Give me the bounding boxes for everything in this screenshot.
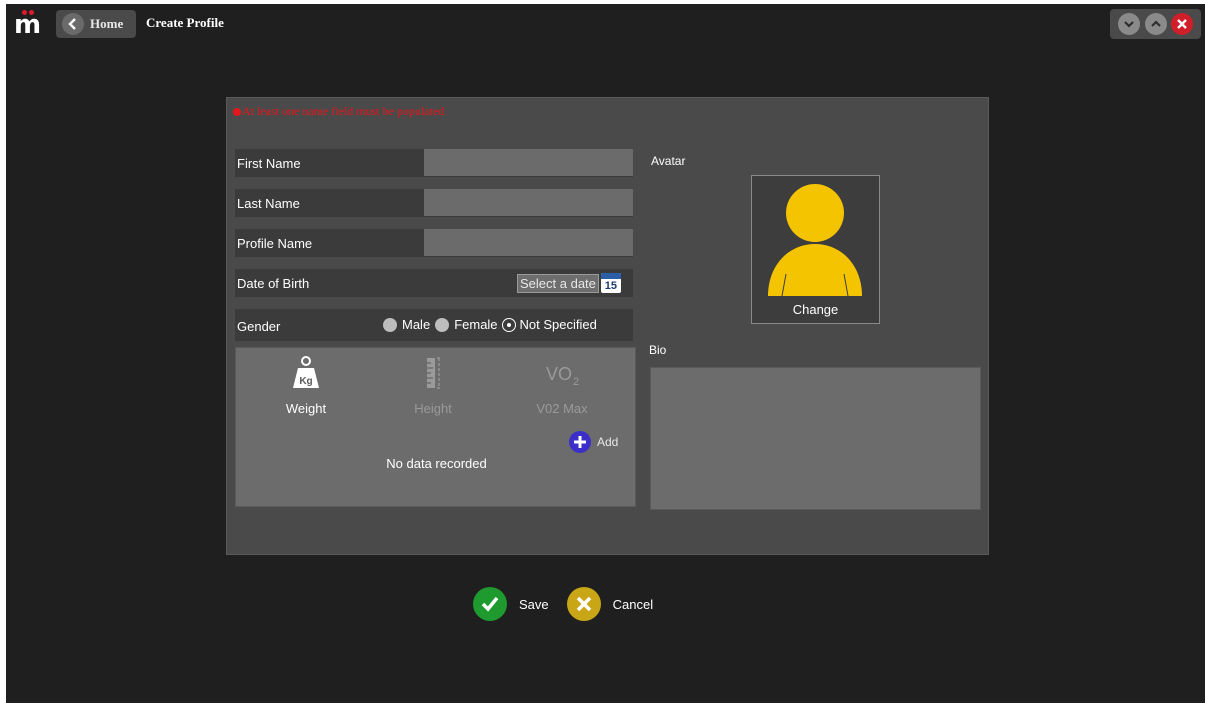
bio-label: Bio (649, 343, 667, 357)
logo-letter: m (14, 10, 42, 40)
error-dot-icon (233, 107, 241, 116)
metric-tab-height[interactable]: Height (393, 356, 473, 416)
date-of-birth-label: Date of Birth (237, 276, 310, 291)
form-actions: Save Cancel (473, 587, 671, 621)
calendar-day: 15 (604, 280, 618, 292)
add-label: Add (597, 435, 619, 449)
page-title: Create Profile (146, 15, 224, 30)
radio-circle[interactable] (435, 317, 450, 332)
metric-tab-label: Height (414, 401, 452, 416)
create-profile-panel: At least one name field must be populate… (226, 97, 989, 555)
validation-warning: At least one name field must be populate… (233, 104, 444, 119)
gender-radio-group: Male Female Not Specified (383, 317, 602, 332)
app-window: m Home Create Profile At least one name … (6, 4, 1205, 703)
profile-name-row: Profile Name (235, 229, 633, 257)
cancel-x-icon (566, 587, 601, 621)
avatar-picker[interactable]: Change (751, 175, 880, 324)
metric-tab-label: Weight (285, 401, 327, 416)
ruler-icon (427, 357, 441, 389)
gender-option-not-specified[interactable]: Not Specified (502, 317, 597, 332)
save-button[interactable]: Save (473, 587, 549, 621)
add-metric-button[interactable]: Add (569, 431, 618, 453)
vo2-icon-text: VO (546, 364, 572, 384)
last-name-label: Last Name (237, 196, 300, 211)
vo2-icon-sub: 2 (573, 376, 579, 388)
avatar-label: Avatar (651, 154, 686, 168)
home-label: Home (90, 16, 124, 31)
metric-tab-label: V02 Max (536, 401, 588, 416)
last-name-row: Last Name (235, 189, 633, 217)
gender-option-label: Not Specified (519, 317, 597, 332)
gender-row: Gender Male Female Not Specified (235, 309, 633, 341)
profile-name-input[interactable] (424, 229, 633, 256)
weight-kg-icon: Kg (293, 356, 319, 388)
avatar-change-label: Change (792, 302, 839, 317)
cancel-button[interactable]: Cancel (566, 587, 654, 621)
profile-name-label: Profile Name (237, 236, 313, 251)
home-button[interactable]: Home (56, 10, 136, 38)
metric-tab-vo2max[interactable]: VO 2 V02 Max (522, 356, 602, 416)
checkmark-icon (473, 587, 507, 621)
first-name-row: First Name (235, 149, 633, 177)
date-of-birth-row: Date of Birth Select a date 15 (235, 269, 633, 297)
gender-option-label: Male (402, 317, 431, 332)
gender-option-male[interactable]: Male (383, 317, 430, 332)
gender-option-female[interactable]: Female (435, 317, 498, 332)
logo-dot (29, 10, 34, 15)
last-name-input[interactable] (424, 189, 633, 216)
calendar-icon[interactable]: 15 (600, 273, 621, 293)
window-controls (1110, 9, 1201, 39)
logo-dot (22, 10, 27, 15)
chevron-left-icon (62, 13, 84, 35)
vo2-icon: VO 2 (546, 364, 579, 388)
weight-icon-text: Kg (299, 376, 312, 387)
bio-textarea[interactable] (650, 367, 981, 510)
metrics-panel: Kg Weight Height VO 2 V02 Max Add No dat… (235, 347, 636, 507)
cancel-label: Cancel (612, 596, 654, 612)
empty-state-text: No data recorded (386, 456, 487, 471)
gender-option-label: Female (454, 317, 498, 332)
date-picker-text[interactable]: Select a date (517, 273, 599, 293)
person-avatar-icon (768, 184, 862, 297)
first-name-input[interactable] (424, 149, 633, 176)
plus-icon (569, 431, 591, 453)
first-name-label: First Name (237, 156, 301, 171)
save-label: Save (519, 596, 549, 612)
app-logo: m (14, 8, 42, 40)
maximize-chevron-up-icon[interactable] (1144, 13, 1167, 35)
metric-tab-weight[interactable]: Kg Weight (266, 356, 346, 416)
date-picker[interactable]: Select a date 15 (517, 273, 621, 293)
minimize-chevron-down-icon[interactable] (1118, 13, 1141, 35)
close-icon[interactable] (1170, 13, 1193, 35)
warning-text: At least one name field must be populate… (242, 104, 445, 118)
gender-label: Gender (237, 319, 281, 334)
radio-circle[interactable] (383, 317, 397, 332)
radio-circle-selected[interactable] (502, 318, 515, 331)
